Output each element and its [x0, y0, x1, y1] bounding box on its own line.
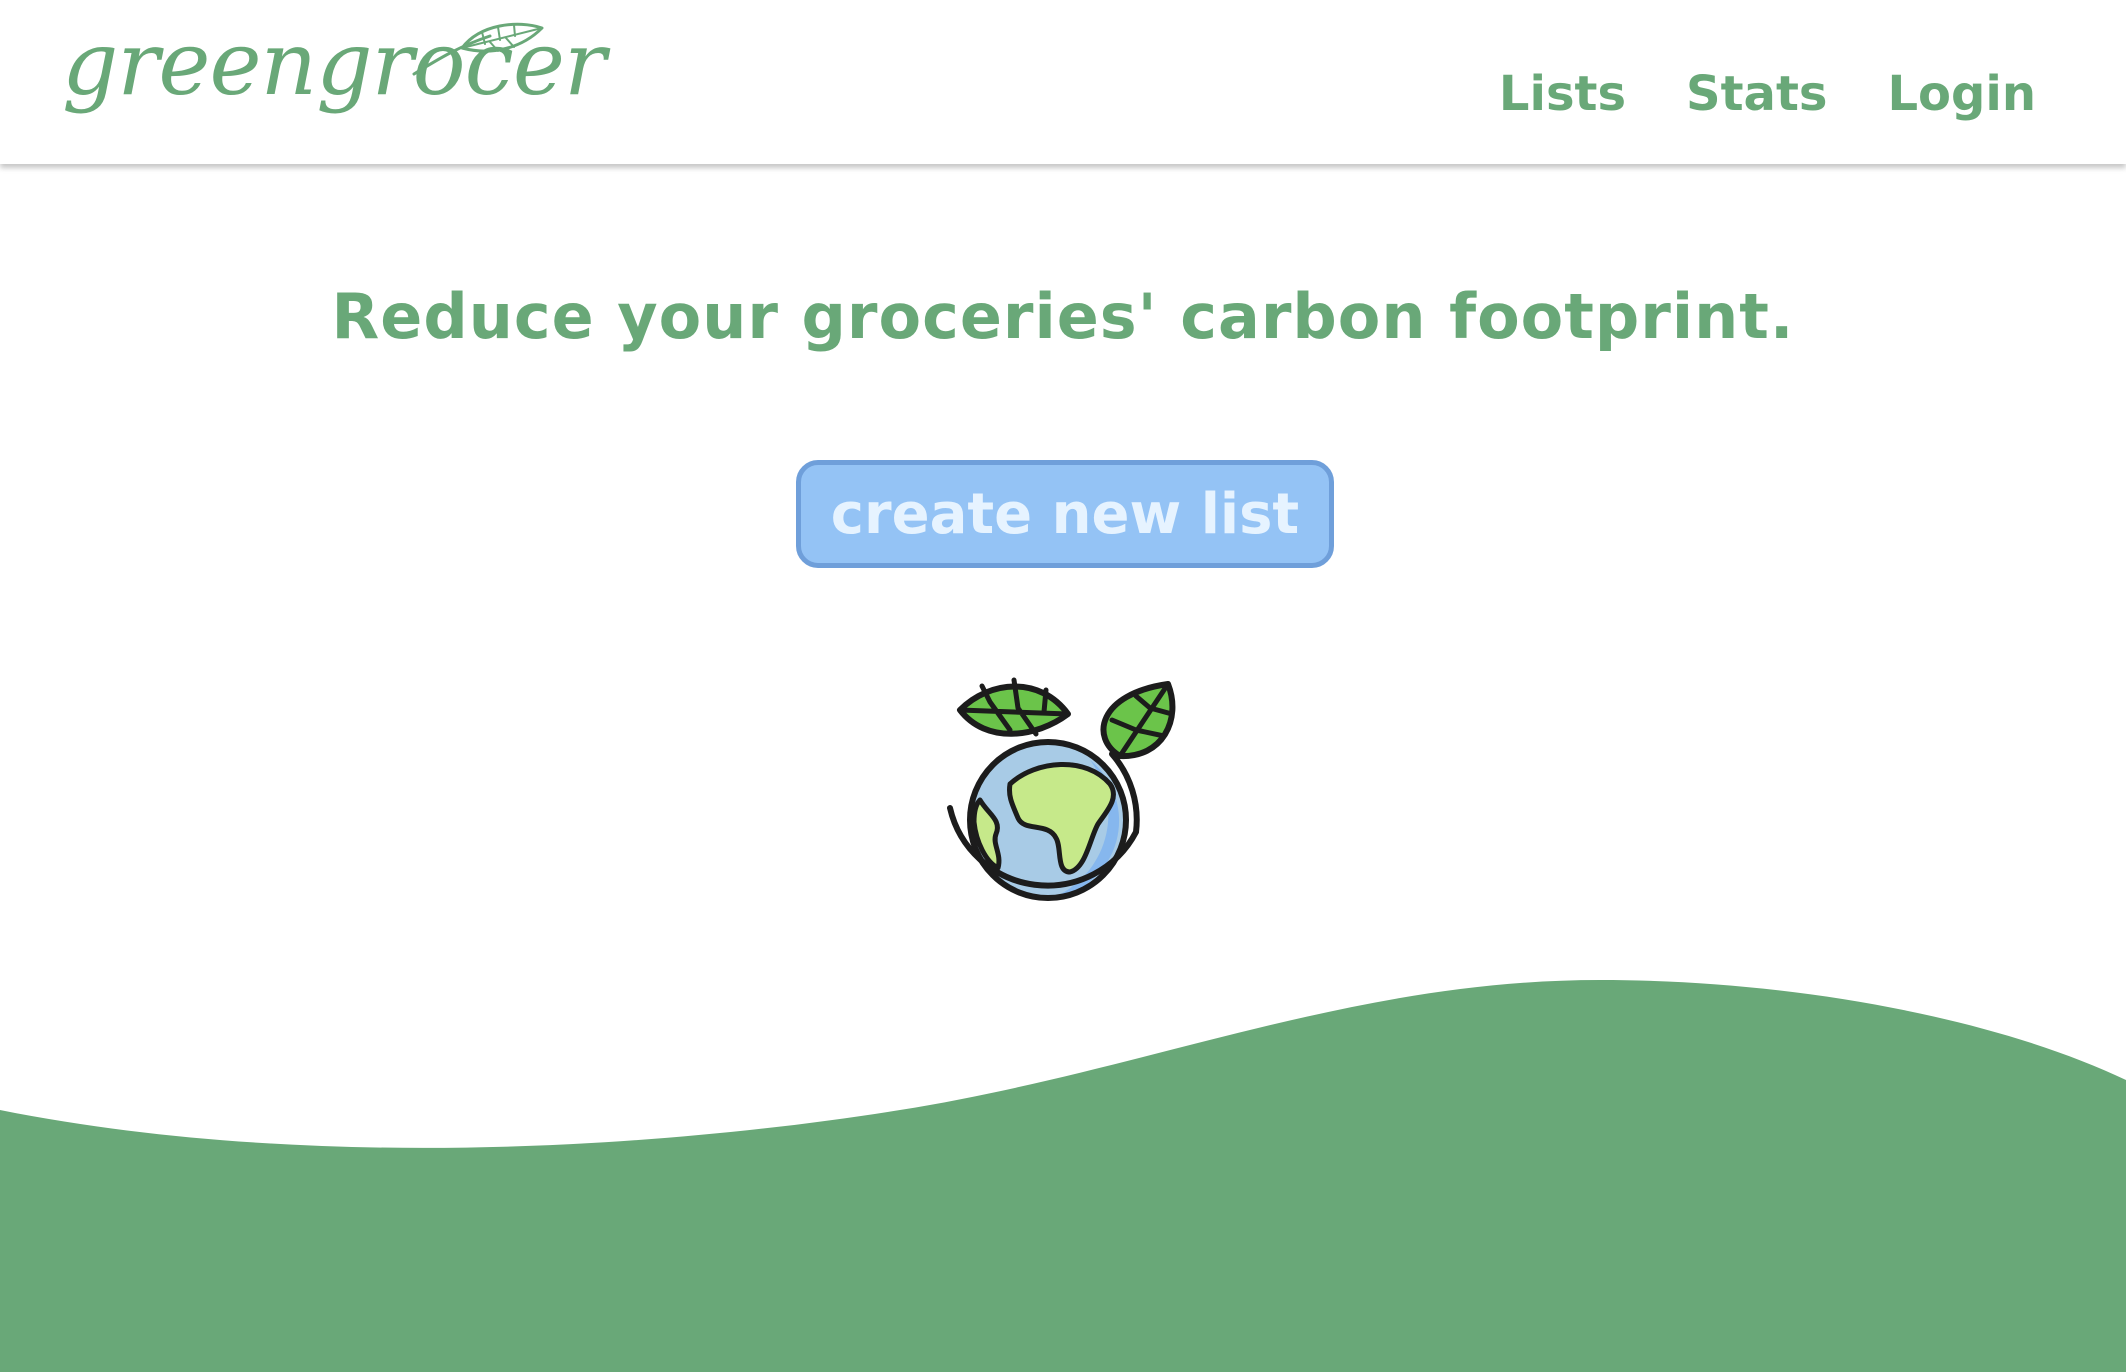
- logo[interactable]: greengrocer: [62, 18, 606, 148]
- hero-headline: Reduce your groceries' carbon footprint.: [331, 280, 1795, 353]
- landing-page: greengrocer Lists Stats Login Reduce you…: [0, 0, 2126, 1372]
- footer-wave: [0, 980, 2126, 1372]
- leaf-icon: [412, 22, 544, 76]
- create-new-list-button[interactable]: create new list: [796, 460, 1334, 568]
- nav-stats-link[interactable]: Stats: [1686, 70, 1827, 118]
- nav-login-link[interactable]: Login: [1887, 70, 2036, 118]
- nav-lists-link[interactable]: Lists: [1499, 70, 1626, 118]
- earth-with-leaves-icon: [947, 677, 1176, 901]
- main-nav: Lists Stats Login: [1499, 70, 2036, 118]
- navbar: greengrocer Lists Stats Login: [0, 0, 2126, 164]
